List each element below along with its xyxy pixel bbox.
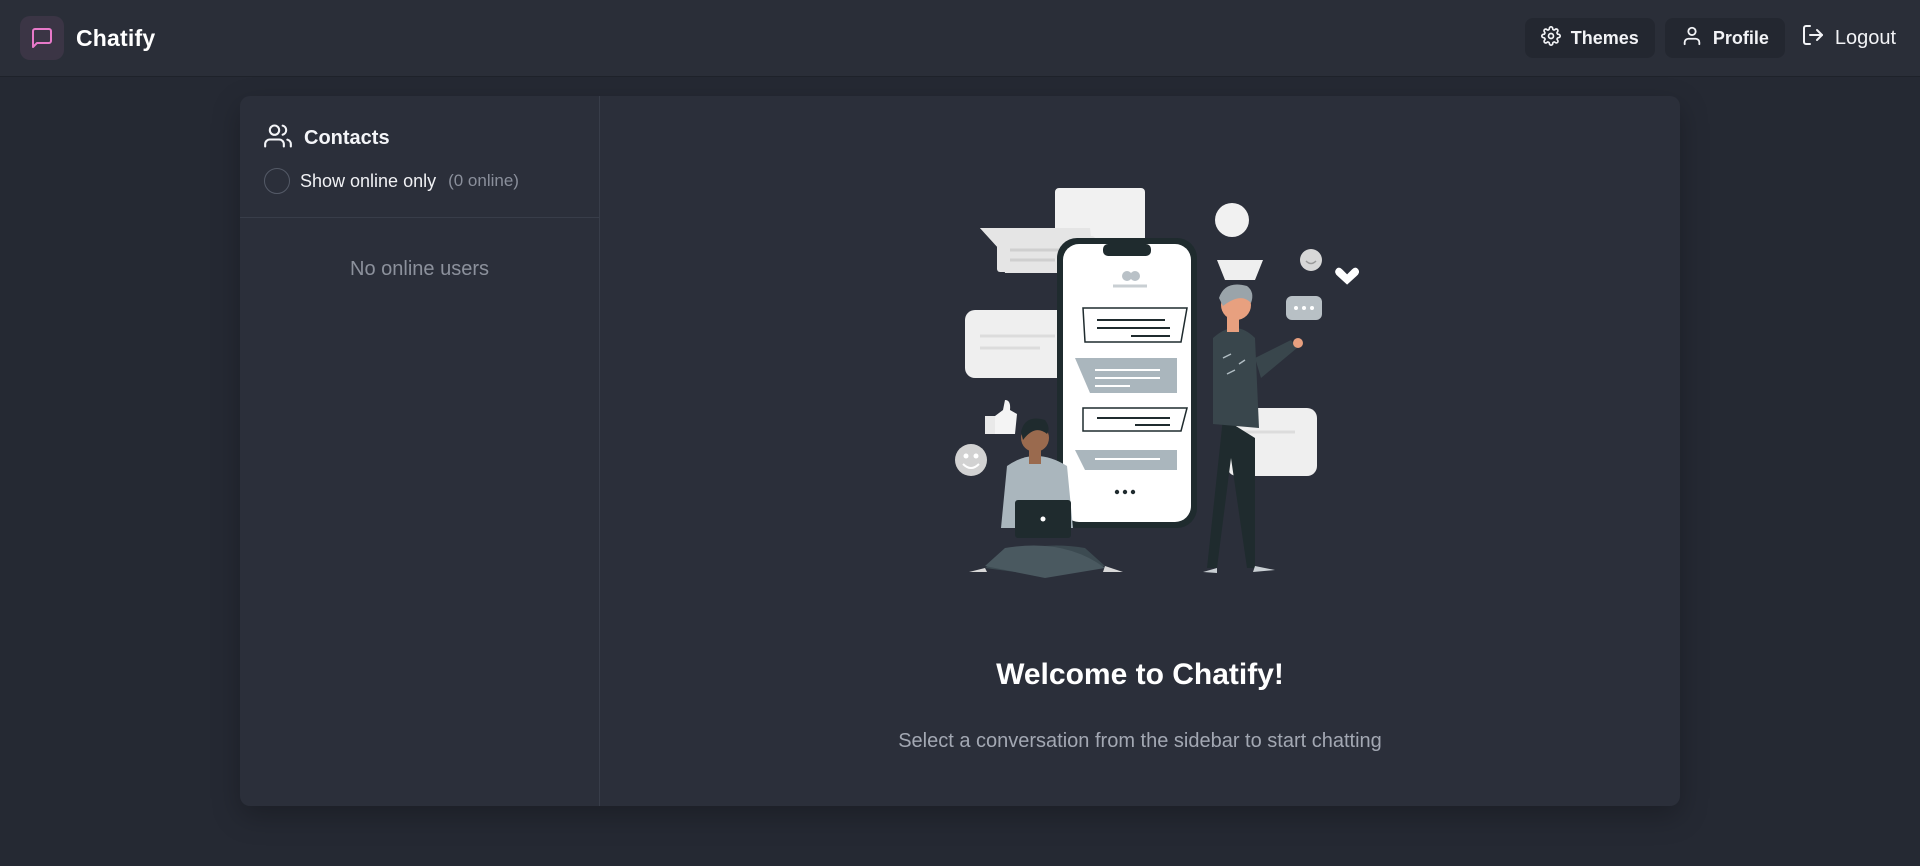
navbar: Chatify Themes Profile Logout	[0, 0, 1920, 77]
chat-illustration	[955, 188, 1360, 578]
sidebar-header: Contacts Show online only (0 online)	[240, 96, 599, 218]
message-square-icon	[20, 16, 64, 60]
logout-label: Logout	[1834, 26, 1896, 49]
no-chat-selected: Welcome to Chatify! Select a conversatio…	[600, 96, 1680, 806]
app-name: Chatify	[76, 24, 156, 51]
welcome-subtitle: Select a conversation from the sidebar t…	[898, 730, 1382, 752]
brand-link[interactable]: Chatify	[20, 16, 155, 60]
show-online-label: Show online only	[300, 170, 437, 191]
contacts-title: Contacts	[304, 126, 390, 149]
contacts-sidebar: Contacts Show online only (0 online) No …	[240, 96, 600, 806]
users-icon	[264, 122, 292, 155]
logout-icon	[1801, 23, 1825, 53]
user-icon	[1681, 25, 1703, 52]
show-online-toggle[interactable]: Show online only (0 online)	[264, 166, 575, 196]
themes-button[interactable]: Themes	[1524, 18, 1655, 58]
profile-button[interactable]: Profile	[1664, 18, 1785, 58]
chat-container: Contacts Show online only (0 online) No …	[240, 96, 1680, 806]
welcome-title: Welcome to Chatify!	[996, 658, 1284, 691]
logout-button[interactable]: Logout	[1795, 18, 1900, 58]
contacts-heading: Contacts	[264, 122, 575, 154]
gear-icon	[1540, 25, 1561, 51]
phone-illustration	[1057, 238, 1197, 528]
empty-users-message: No online users	[350, 258, 489, 280]
nav-actions: Themes Profile Logout	[1524, 18, 1900, 58]
show-online-checkbox[interactable]	[264, 168, 290, 194]
profile-label: Profile	[1712, 27, 1769, 48]
themes-label: Themes	[1570, 27, 1639, 48]
online-count: (0 online)	[448, 171, 519, 190]
